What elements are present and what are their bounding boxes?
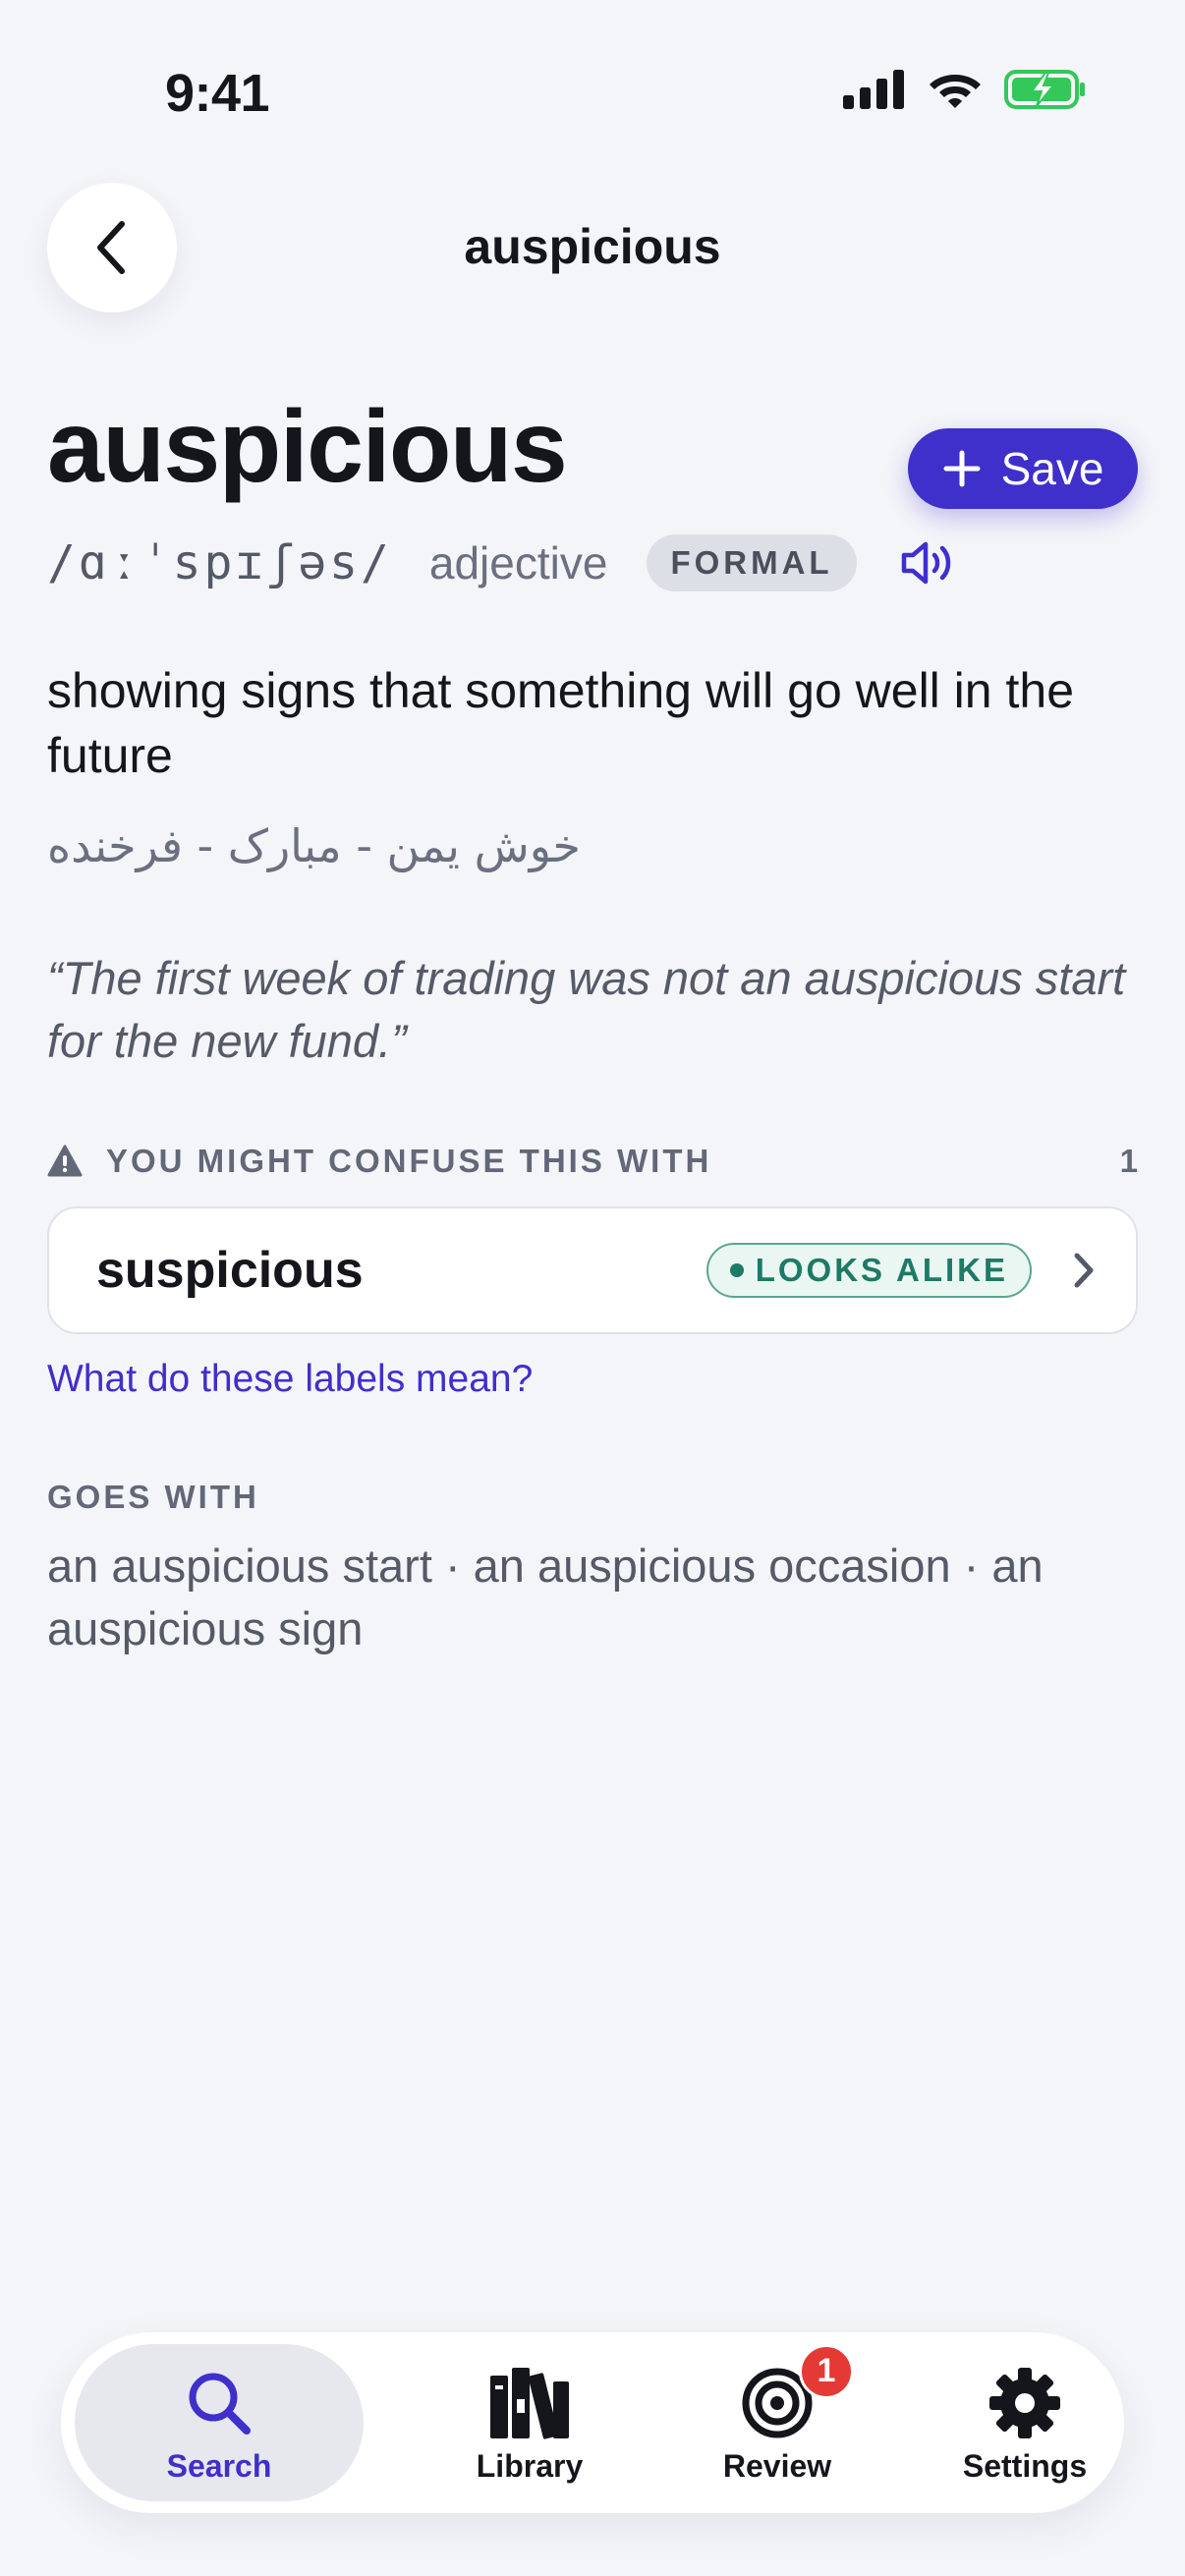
confusions-header: YOU MIGHT CONFUSE THIS WITH 1 bbox=[47, 1140, 1138, 1183]
badge-dot-icon bbox=[729, 1263, 744, 1277]
chevron-right-icon bbox=[1071, 1251, 1097, 1290]
looks-alike-badge: LOOKS ALIKE bbox=[705, 1243, 1032, 1298]
word-detail-screen: 9:41 auspicious auspicious Save /ɑːˈspɪʃ… bbox=[0, 0, 1185, 2576]
page-title: auspicious bbox=[464, 219, 721, 274]
collocations-text: an auspicious start · an auspicious occa… bbox=[47, 1540, 1044, 1654]
confusion-card[interactable]: suspicious LOOKS ALIKE bbox=[47, 1206, 1138, 1334]
part-of-speech: adjective bbox=[428, 537, 608, 588]
play-pronunciation-button[interactable] bbox=[898, 538, 959, 588]
review-count-badge: 1 bbox=[799, 2343, 854, 2399]
wifi-icon bbox=[930, 75, 981, 108]
confusions-count: 1 bbox=[1119, 1143, 1138, 1179]
battery-charging-icon bbox=[1004, 70, 1085, 109]
tab-search[interactable]: Search bbox=[75, 2344, 364, 2501]
target-icon: 1 bbox=[740, 2343, 854, 2444]
save-label: Save bbox=[1000, 443, 1104, 494]
register-badge: FORMAL bbox=[647, 534, 857, 591]
tab-review[interactable]: 1 Review bbox=[635, 2343, 920, 2501]
collocations-label: GOES WITH bbox=[47, 1479, 259, 1515]
translation: خوش یمن - مبارک - فرخنده bbox=[47, 819, 581, 872]
books-icon bbox=[486, 2362, 573, 2444]
tab-bar: Search Library 1 Review Settings bbox=[61, 2332, 1124, 2513]
tab-review-label: Review bbox=[722, 2447, 832, 2484]
looks-alike-label: LOOKS ALIKE bbox=[755, 1252, 1008, 1288]
confusions-label: YOU MIGHT CONFUSE THIS WITH bbox=[106, 1143, 712, 1179]
signal-icon bbox=[843, 70, 904, 109]
speaker-icon bbox=[901, 541, 950, 585]
tab-library-label: Library bbox=[476, 2447, 584, 2484]
tab-library[interactable]: Library bbox=[387, 2344, 672, 2501]
example-sentence: “The first week of trading was not an au… bbox=[47, 952, 1126, 1067]
save-button[interactable]: Save bbox=[908, 428, 1138, 509]
tab-settings-label: Settings bbox=[962, 2447, 1088, 2484]
warning-icon bbox=[47, 1145, 83, 1177]
tab-settings[interactable]: Settings bbox=[882, 2344, 1167, 2501]
tab-search-label: Search bbox=[166, 2447, 272, 2484]
headword: auspicious bbox=[47, 390, 568, 504]
confusion-word: suspicious bbox=[96, 1242, 364, 1299]
definition: showing signs that something will go wel… bbox=[47, 663, 1074, 783]
plus-icon bbox=[943, 450, 981, 487]
status-icons bbox=[843, 69, 1087, 110]
pronunciation-row: /ɑːˈspɪʃəs/ adjective FORMAL bbox=[47, 531, 959, 595]
gear-icon bbox=[988, 2362, 1062, 2444]
status-time: 9:41 bbox=[165, 64, 270, 123]
ipa-transcription: /ɑːˈspɪʃəs/ bbox=[47, 535, 392, 590]
search-icon bbox=[184, 2362, 254, 2444]
labels-help-link[interactable]: What do these labels mean? bbox=[47, 1358, 533, 1401]
